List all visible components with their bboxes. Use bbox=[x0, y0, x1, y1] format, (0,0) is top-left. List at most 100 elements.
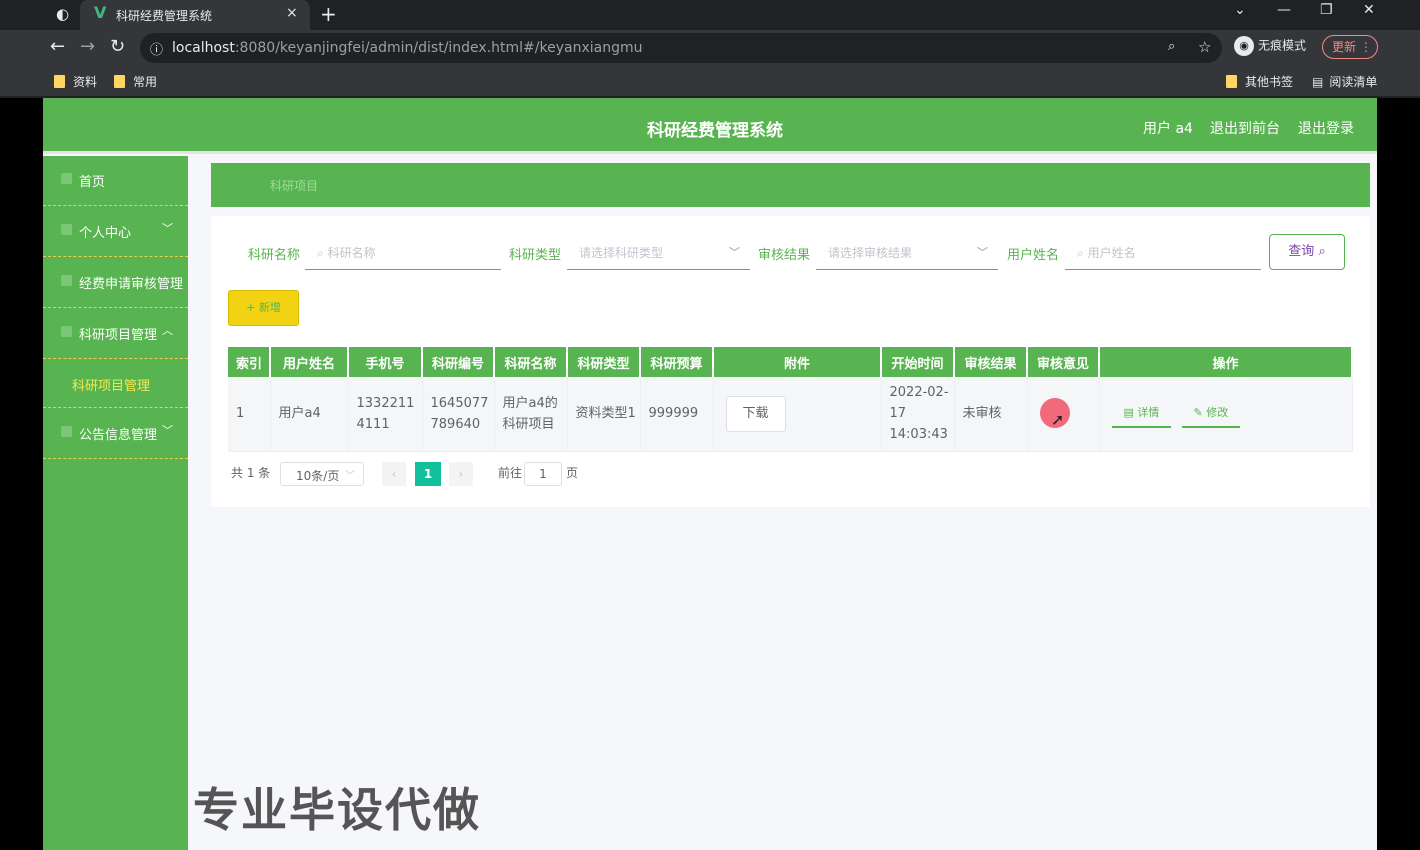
col-header[interactable]: 开始时间 bbox=[881, 347, 955, 377]
breadcrumb-item[interactable]: 科研项目 bbox=[270, 177, 318, 194]
cell-budget: 999999 bbox=[640, 377, 714, 452]
chevron-down-icon: ﹀ bbox=[162, 222, 173, 235]
cell-result: 未审核 bbox=[954, 377, 1028, 452]
tab-close-icon[interactable]: × bbox=[286, 5, 298, 21]
chevron-down-icon: ﹀ bbox=[977, 246, 988, 259]
type-filter-select[interactable]: 请选择科研类型 ﹀ bbox=[567, 234, 750, 270]
tab-title: 科研经费管理系统 bbox=[116, 9, 213, 23]
zoom-icon[interactable]: ⌕ bbox=[1168, 39, 1175, 54]
bookmark-folder-2[interactable]: 常用 bbox=[114, 73, 157, 90]
new-tab-button[interactable]: + bbox=[320, 2, 337, 26]
pagination-total: 共 1 条 bbox=[231, 466, 271, 480]
type-filter-label: 科研类型 bbox=[509, 248, 562, 263]
goto-page-input[interactable]: 1 bbox=[524, 462, 562, 486]
mouse-cursor-icon: ➚ bbox=[1051, 410, 1065, 429]
current-user: 用户 a4 bbox=[1143, 121, 1193, 137]
search-icon: ⌕ bbox=[1077, 246, 1084, 260]
add-button[interactable]: + 新增 bbox=[228, 290, 299, 326]
browser-tab[interactable]: V 科研经费管理系统 × bbox=[80, 0, 310, 30]
reading-list[interactable]: ▤ 阅读清单 bbox=[1312, 73, 1377, 90]
cell-attachment: 下载 bbox=[713, 377, 882, 452]
forward-icon[interactable]: → bbox=[80, 36, 95, 57]
cell-actions: ▤ 详情 ✎ 修改 bbox=[1099, 377, 1353, 452]
tab-search-icon[interactable]: ⌄ bbox=[1234, 2, 1246, 18]
cell-type: 资料类型1 bbox=[567, 377, 641, 452]
chevron-down-icon: ﹀ bbox=[162, 424, 173, 437]
name-filter-input[interactable]: ⌕ 科研名称 bbox=[305, 234, 501, 270]
watermark-text: 专业毕设代做 bbox=[193, 783, 481, 837]
bookmark-folder-1[interactable]: 资料 bbox=[54, 73, 97, 90]
document-icon: ▤ bbox=[1123, 405, 1134, 419]
exit-to-front-link[interactable]: 退出到前台 bbox=[1210, 118, 1280, 138]
sidebar-item-funding-review[interactable]: 经费申请审核管理 bbox=[43, 258, 188, 308]
col-header[interactable]: 审核结果 bbox=[954, 347, 1028, 377]
restore-icon[interactable]: ❐ bbox=[1320, 2, 1333, 18]
name-filter-label: 科研名称 bbox=[248, 248, 301, 263]
chevron-down-icon: ﹀ bbox=[345, 471, 355, 482]
grid-icon bbox=[61, 426, 72, 437]
search-icon: ⌕ bbox=[1318, 244, 1326, 259]
folder-icon bbox=[54, 75, 65, 88]
cell-name: 用户a4的科研项目 bbox=[494, 377, 568, 452]
site-info-icon[interactable]: ⓘ bbox=[150, 39, 163, 58]
project-table: 索引 用户姓名 手机号 科研编号 科研名称 科研类型 科研预算 附件 开始时间 … bbox=[228, 347, 1353, 452]
cell-phone: 13322114111 bbox=[348, 377, 423, 452]
query-button[interactable]: 查询 ⌕ bbox=[1269, 234, 1345, 270]
col-header[interactable]: 科研类型 bbox=[567, 347, 641, 377]
chevron-up-icon: ︿ bbox=[162, 324, 173, 337]
app-header: 科研经费管理系统 用户 a4 退出到前台 退出登录 bbox=[43, 98, 1377, 154]
bookmark-star-icon[interactable]: ☆ bbox=[1198, 38, 1211, 56]
browser-menu-icon[interactable]: ◐ bbox=[56, 5, 69, 23]
window-close-icon[interactable]: ✕ bbox=[1363, 2, 1375, 18]
grid-icon bbox=[61, 326, 72, 337]
address-bar[interactable]: ⓘ localhost:8080/keyanjingfei/admin/dist… bbox=[140, 33, 1222, 63]
url-text: localhost:8080/keyanjingfei/admin/dist/i… bbox=[172, 40, 643, 56]
col-header[interactable]: 索引 bbox=[228, 347, 271, 377]
col-header[interactable]: 附件 bbox=[713, 347, 882, 377]
sidebar-item-profile[interactable]: 个人中心 ﹀ bbox=[43, 207, 188, 257]
user-filter-label: 用户姓名 bbox=[1007, 248, 1060, 263]
search-icon: ⌕ bbox=[317, 246, 324, 260]
col-header[interactable]: 用户姓名 bbox=[270, 347, 349, 377]
page-unit-label: 页 bbox=[566, 466, 579, 480]
cell-start: 2022-02-17 14:03:43 bbox=[881, 377, 955, 452]
cell-user: 用户a4 bbox=[270, 377, 349, 452]
current-page-button[interactable]: 1 bbox=[415, 462, 441, 486]
download-button[interactable]: 下载 bbox=[725, 395, 786, 432]
col-header[interactable]: 科研名称 bbox=[494, 347, 568, 377]
prev-page-button[interactable]: ‹ bbox=[382, 462, 406, 486]
next-page-button[interactable]: › bbox=[449, 462, 473, 486]
page-size-select[interactable]: 10条/页 ﹀ bbox=[280, 462, 364, 486]
col-header[interactable]: 操作 bbox=[1099, 347, 1353, 377]
edit-button[interactable]: ✎ 修改 bbox=[1181, 400, 1241, 428]
col-header[interactable]: 手机号 bbox=[348, 347, 423, 377]
update-button[interactable]: 更新 ⋮ bbox=[1322, 35, 1378, 59]
sidebar-subitem-project-mgmt[interactable]: 科研项目管理 bbox=[43, 360, 188, 408]
table-row: 1 用户a4 13322114111 1645077789640 用户a4的科研… bbox=[228, 377, 1353, 452]
sidebar-item-home[interactable]: 首页 bbox=[43, 156, 188, 206]
col-header[interactable]: 科研编号 bbox=[422, 347, 495, 377]
other-bookmarks[interactable]: 其他书签 bbox=[1226, 73, 1293, 90]
chevron-down-icon: ﹀ bbox=[729, 246, 740, 259]
minimize-icon[interactable]: — bbox=[1277, 2, 1291, 18]
col-header[interactable]: 科研预算 bbox=[640, 347, 714, 377]
nav-bar: ← → ↻ ⓘ localhost:8080/keyanjingfei/admi… bbox=[0, 30, 1420, 66]
table-header-row: 索引 用户姓名 手机号 科研编号 科研名称 科研类型 科研预算 附件 开始时间 … bbox=[228, 347, 1353, 377]
edit-icon: ✎ bbox=[1193, 405, 1203, 419]
main-panel: 科研名称 ⌕ 科研名称 科研类型 请选择科研类型 ﹀ 审核结果 请选择审核结果 … bbox=[211, 216, 1370, 507]
reading-list-icon: ▤ bbox=[1312, 75, 1324, 89]
app-root: 科研经费管理系统 用户 a4 退出到前台 退出登录 首页 个人中心 ﹀ 经费申请… bbox=[43, 98, 1377, 850]
breadcrumb: 科研项目 bbox=[211, 163, 1370, 207]
result-filter-select[interactable]: 请选择审核结果 ﹀ bbox=[816, 234, 998, 270]
goto-label: 前往 bbox=[498, 466, 523, 480]
user-filter-input[interactable]: ⌕ 用户姓名 bbox=[1065, 234, 1261, 270]
reload-icon[interactable]: ↻ bbox=[110, 36, 125, 57]
col-header[interactable]: 审核意见 bbox=[1027, 347, 1100, 377]
incognito-indicator[interactable]: ◉ 无痕模式 bbox=[1234, 36, 1306, 56]
sidebar-item-project-mgmt[interactable]: 科研项目管理 ︿ bbox=[43, 309, 188, 359]
grid-icon bbox=[61, 275, 72, 286]
back-icon[interactable]: ← bbox=[50, 36, 65, 57]
detail-button[interactable]: ▤ 详情 bbox=[1111, 400, 1172, 428]
logout-link[interactable]: 退出登录 bbox=[1298, 118, 1354, 138]
sidebar-item-notice-mgmt[interactable]: 公告信息管理 ﹀ bbox=[43, 409, 188, 459]
